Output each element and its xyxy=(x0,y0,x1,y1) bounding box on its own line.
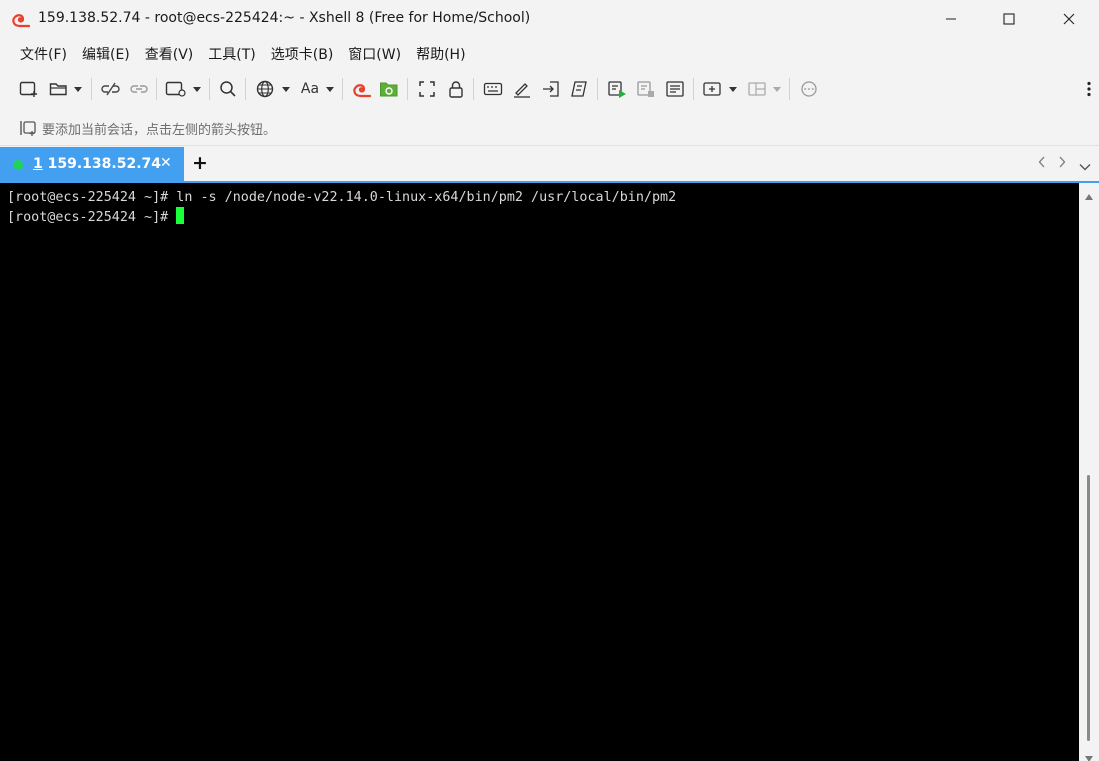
tab-session-1[interactable]: 1 159.138.52.74 ✕ xyxy=(0,147,184,182)
new-tab-group-icon[interactable] xyxy=(701,78,723,100)
terminal-line: [root@ecs-225424 ~]# xyxy=(7,207,1079,226)
terminal-line: [root@ecs-225424 ~]# ln -s /node/node-v2… xyxy=(7,190,677,205)
tab-close-icon[interactable]: ✕ xyxy=(160,155,172,171)
tab-prev-icon[interactable] xyxy=(1038,156,1046,172)
disconnect-icon[interactable] xyxy=(100,78,122,100)
open-dropdown-icon[interactable] xyxy=(72,78,84,100)
add-session-arrow-icon[interactable] xyxy=(18,119,38,141)
menu-file[interactable]: 文件(F) xyxy=(20,44,67,64)
menu-window[interactable]: 窗口(W) xyxy=(348,44,401,64)
xshell-icon[interactable] xyxy=(350,78,372,100)
minimize-button[interactable] xyxy=(922,0,980,38)
keyboard-icon[interactable] xyxy=(482,78,504,100)
menu-help[interactable]: 帮助(H) xyxy=(416,44,465,64)
scroll-thumb[interactable] xyxy=(1087,475,1090,741)
connection-status-icon xyxy=(13,160,23,170)
log-start-icon[interactable] xyxy=(606,78,628,100)
tab-next-icon[interactable] xyxy=(1058,156,1066,172)
globe-icon[interactable] xyxy=(254,78,276,100)
menu-view[interactable]: 查看(V) xyxy=(145,44,194,64)
session-bar: 要添加当前会话，点击左侧的箭头按钮。 xyxy=(0,110,1099,146)
toolbar: Aa xyxy=(0,72,1099,106)
fullscreen-icon[interactable] xyxy=(416,78,438,100)
send-icon[interactable] xyxy=(540,78,562,100)
menu-tools[interactable]: 工具(T) xyxy=(208,44,255,64)
chat-icon[interactable] xyxy=(798,78,820,100)
scroll-down-icon[interactable] xyxy=(1084,748,1094,761)
new-session-icon[interactable] xyxy=(18,78,40,100)
minimize-icon xyxy=(946,18,956,20)
xftp-icon[interactable] xyxy=(378,78,400,100)
lock-icon[interactable] xyxy=(445,78,467,100)
menu-tabs[interactable]: 选项卡(B) xyxy=(271,44,334,64)
title-bar: 159.138.52.74 - root@ecs-225424:~ - Xshe… xyxy=(0,0,1099,38)
tab-number: 1 xyxy=(33,156,43,172)
close-icon xyxy=(1063,13,1075,25)
scroll-up-icon[interactable] xyxy=(1084,186,1094,205)
maximize-button[interactable] xyxy=(980,0,1038,38)
window-title: 159.138.52.74 - root@ecs-225424:~ - Xshe… xyxy=(38,10,531,26)
layout-icon[interactable] xyxy=(746,78,768,100)
more-icon[interactable] xyxy=(1082,78,1096,100)
reconnect-icon[interactable] xyxy=(128,78,150,100)
script-icon[interactable] xyxy=(568,78,590,100)
tab-menu-icon[interactable] xyxy=(1079,159,1091,175)
tab-bar: 1 159.138.52.74 ✕ + xyxy=(0,147,1099,182)
menu-edit[interactable]: 编辑(E) xyxy=(82,44,130,64)
log-stop-icon[interactable] xyxy=(635,78,657,100)
search-icon[interactable] xyxy=(217,78,239,100)
highlight-icon[interactable] xyxy=(511,78,533,100)
tab-group-dropdown-icon[interactable] xyxy=(727,78,739,100)
open-folder-icon[interactable] xyxy=(48,78,70,100)
close-button[interactable] xyxy=(1040,0,1098,38)
menu-bar: 文件(F) 编辑(E) 查看(V) 工具(T) 选项卡(B) 窗口(W) 帮助(… xyxy=(0,38,1099,70)
xshell-snail-icon[interactable] xyxy=(10,10,31,28)
new-window-dropdown-icon[interactable] xyxy=(191,78,203,100)
terminal-prompt: [root@ecs-225424 ~]# xyxy=(7,210,177,225)
add-tab-button[interactable]: + xyxy=(192,152,208,174)
font-dropdown-icon[interactable] xyxy=(324,78,336,100)
font-label: Aa xyxy=(300,81,320,97)
globe-dropdown-icon[interactable] xyxy=(280,78,292,100)
font-icon[interactable]: Aa xyxy=(296,78,324,100)
terminal-cursor xyxy=(176,207,185,224)
maximize-icon xyxy=(1003,13,1015,25)
tab-host: 159.138.52.74 xyxy=(47,156,161,172)
compose-icon[interactable] xyxy=(664,78,686,100)
terminal[interactable]: [root@ecs-225424 ~]# ln -s /node/node-v2… xyxy=(0,183,1079,761)
terminal-scrollbar[interactable] xyxy=(1079,183,1099,761)
tab-label: 1 159.138.52.74 xyxy=(33,156,161,172)
layout-dropdown-icon[interactable] xyxy=(771,78,783,100)
new-window-icon[interactable] xyxy=(164,78,188,100)
session-hint: 要添加当前会话，点击左侧的箭头按钮。 xyxy=(42,123,277,138)
